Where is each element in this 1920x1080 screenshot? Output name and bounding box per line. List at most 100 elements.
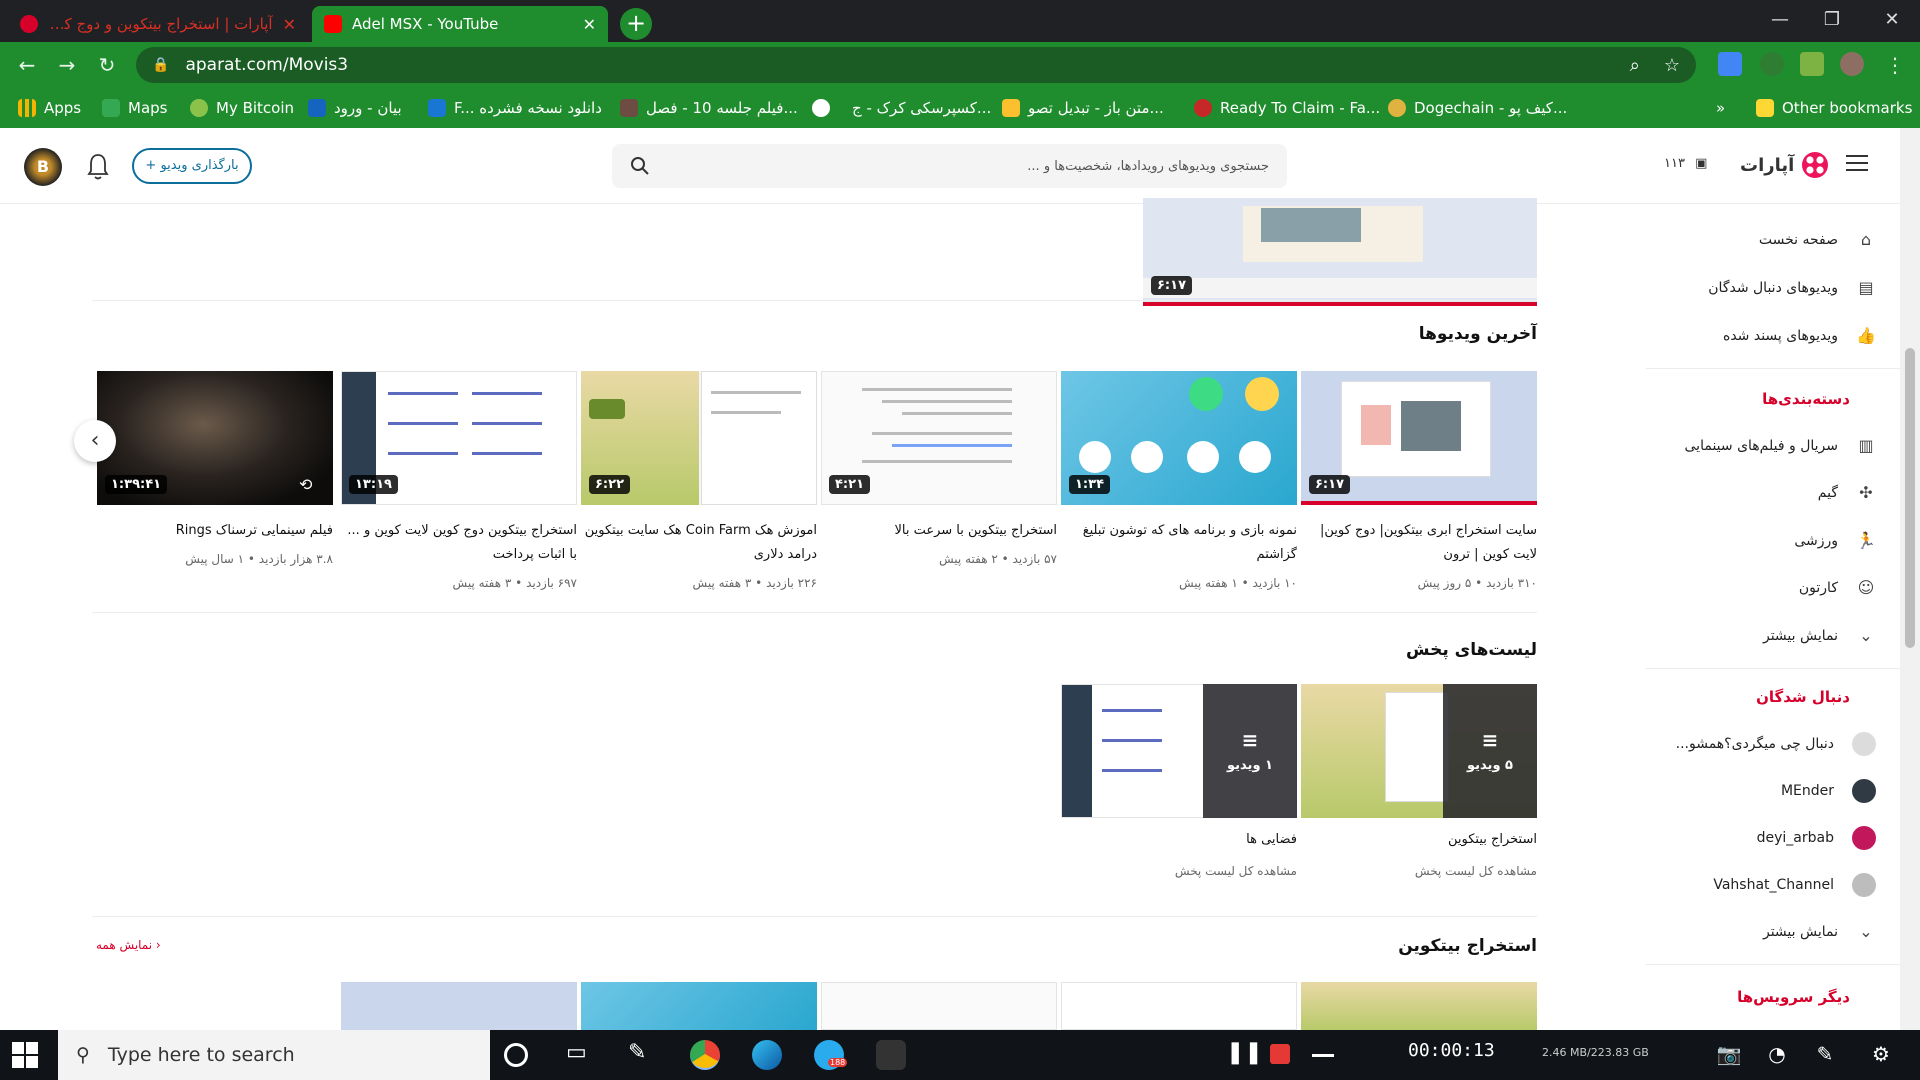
carousel-previous-button[interactable]: ‹ — [74, 420, 116, 462]
playlist-title[interactable]: فضایی ها — [1246, 832, 1297, 847]
other-bookmarks[interactable]: Other bookmarks — [1756, 96, 1912, 120]
video-title[interactable]: سایت استخراج ابری بیتکوین| دوج کوین| لای… — [1301, 519, 1537, 567]
bookmark-ready-to-claim[interactable]: Ready To Claim - Fa... — [1194, 96, 1380, 120]
telegram-taskbar-icon[interactable]: 188 — [814, 1040, 848, 1070]
tab-youtube[interactable]: Adel MSX - YouTube ✕ — [312, 6, 608, 42]
close-window-button[interactable]: ✕ — [1872, 6, 1912, 34]
page-scrollbar[interactable] — [1900, 128, 1920, 1030]
video-card[interactable]: ۱۳:۱۹ استخراج بیتکوین دوج کوین لایت کوین… — [341, 371, 577, 601]
previous-video-thumbnail[interactable]: ۶:۱۷ — [1143, 198, 1537, 306]
bookmark-film[interactable]: فیلم جلسه 10 - فصل... — [620, 96, 798, 120]
sidebar-item-game[interactable]: ✣ گیم — [1818, 479, 1876, 507]
extension-icon[interactable] — [1760, 52, 1784, 76]
screenshot-camera-icon[interactable]: 📷 — [1716, 1042, 1742, 1068]
bookmark-bayan[interactable]: بیان - ورود — [308, 96, 402, 120]
reload-button[interactable]: ↻ — [92, 50, 122, 80]
notification-bell-icon[interactable] — [86, 152, 110, 182]
playlist-card[interactable]: ≡ ۵ ویدیو استخراج بیتکوین مشاهده کل لیست… — [1301, 684, 1537, 884]
minimize-recorder-icon[interactable] — [1312, 1054, 1334, 1057]
bookmark-apps[interactable]: Apps — [18, 96, 81, 120]
windows-start-icon[interactable] — [12, 1042, 38, 1068]
bookmark-maps[interactable]: Maps — [102, 96, 167, 120]
puzzle-extensions-icon[interactable] — [1800, 52, 1824, 76]
video-title[interactable]: اموزش هک Coin Farm هک سایت بیتکوین درامد… — [581, 519, 817, 567]
video-thumbnail[interactable] — [581, 982, 817, 1030]
search-input[interactable] — [709, 158, 1269, 174]
bookmark-kaspersky[interactable]: کسپرسکی کرک - ج... — [852, 96, 991, 120]
bookmark-dogechain[interactable]: Dogechain - کیف پو... — [1388, 96, 1567, 120]
view-full-playlist-link[interactable]: مشاهده کل لیست پخش — [1175, 864, 1297, 878]
sidebar-item-sport[interactable]: 🏃 ورزشی — [1794, 527, 1876, 555]
video-thumbnail[interactable] — [821, 982, 1057, 1030]
tab-title: آپارات | استخراج بیتکوین و دوج کو.. — [48, 15, 273, 33]
aparat-logo[interactable]: آپارات — [1740, 150, 1830, 180]
sidebar-item-liked[interactable]: 👍 ویدیوهای پسند شده — [1723, 322, 1876, 350]
timer-icon[interactable]: ◔ — [1764, 1042, 1790, 1068]
draw-icon[interactable]: ✎ — [1812, 1042, 1838, 1068]
following-item[interactable]: دنبال چی میگردی؟همشو... — [1676, 730, 1876, 758]
windows-taskbar: ⚲ Type here to search ▭ ✎ 188 ❚❚ 00:00:1… — [0, 1030, 1920, 1080]
playlist-card[interactable]: ≡ ۱ ویدیو فضایی ها مشاهده کل لیست پخش — [1061, 684, 1297, 884]
bookmark-star-icon[interactable]: ☆ — [1664, 55, 1680, 76]
video-thumbnail[interactable] — [1301, 982, 1537, 1030]
bookmark-text[interactable]: متن باز - تبدیل تصو... — [1002, 96, 1164, 120]
following-item[interactable]: Vahshat_Channel — [1713, 871, 1876, 899]
zoom-icon[interactable]: ⌕ — [1630, 55, 1640, 76]
view-full-playlist-link[interactable]: مشاهده کل لیست پخش — [1415, 864, 1537, 878]
minimize-button[interactable]: — — [1760, 6, 1800, 34]
video-card[interactable]: ۴:۲۱ استخراج بیتکوین با سرعت بالا ۵۷ باز… — [821, 371, 1057, 601]
following-show-more[interactable]: ⌄ نمایش بیشتر — [1763, 918, 1876, 946]
scrollbar-thumb[interactable] — [1905, 348, 1915, 648]
video-card[interactable]: ۶:۱۷ سایت استخراج ابری بیتکوین| دوج کوین… — [1301, 371, 1537, 601]
following-item[interactable]: MEnder — [1781, 777, 1876, 805]
edge-taskbar-icon[interactable] — [752, 1040, 782, 1070]
playlist-title[interactable]: استخراج بیتکوین — [1448, 832, 1537, 847]
stop-record-icon[interactable] — [1270, 1044, 1290, 1064]
sticky-notes-icon[interactable]: ✎ — [628, 1040, 658, 1070]
video-title[interactable]: استخراج بیتکوین با سرعت بالا — [821, 519, 1057, 543]
video-title[interactable]: استخراج بیتکوین دوج کوین لایت کوین و ...… — [341, 519, 577, 567]
task-view-icon[interactable]: ▭ — [566, 1040, 596, 1070]
bookmark-my-bitcoin[interactable]: My Bitcoin — [190, 96, 294, 120]
address-bar[interactable]: 🔒 aparat.com/Movis3 ⌕ ☆ — [136, 47, 1696, 83]
taskbar-search-box[interactable]: ⚲ Type here to search — [58, 1030, 490, 1080]
sidebar-item-subscriptions[interactable]: ▤ ویدیوهای دنبال شدگان — [1708, 274, 1876, 302]
following-item[interactable]: deyi_arbab — [1757, 824, 1876, 852]
user-avatar[interactable]: B — [24, 148, 62, 186]
subscriptions-count[interactable]: ۱۱۳ ▣ — [1664, 156, 1707, 171]
maximize-button[interactable]: ❐ — [1812, 6, 1852, 34]
tab-aparat[interactable]: آپارات | استخراج بیتکوین و دوج کو.. ✕ — [8, 6, 308, 42]
upload-video-button[interactable]: + بارگذاری ویدیو — [132, 148, 252, 184]
new-tab-button[interactable]: + — [620, 8, 652, 40]
categories-show-more[interactable]: ⌄ نمایش بیشتر — [1763, 622, 1876, 650]
screen-recorder-icon[interactable] — [876, 1040, 906, 1070]
video-card[interactable]: ۶:۲۲ اموزش هک Coin Farm هک سایت بیتکوین … — [581, 371, 817, 601]
bookmark-google[interactable] — [812, 96, 838, 120]
chrome-taskbar-icon[interactable] — [690, 1040, 720, 1070]
cortana-icon[interactable] — [504, 1043, 528, 1067]
close-icon[interactable]: ✕ — [283, 15, 296, 34]
pause-icon[interactable]: ❚❚ — [1226, 1040, 1263, 1070]
playlist-overlay: ≡ ۱ ویدیو — [1203, 684, 1297, 818]
bookmarks-overflow-button[interactable]: » — [1716, 96, 1725, 120]
show-all-link[interactable]: ‹ نمایش همه — [96, 938, 161, 952]
video-thumbnail[interactable] — [1061, 982, 1297, 1030]
chrome-menu-button[interactable]: ⋮ — [1880, 50, 1910, 80]
gear-icon[interactable]: ⚙ — [1868, 1042, 1894, 1068]
hamburger-menu-icon[interactable] — [1846, 154, 1868, 172]
bookmark-download[interactable]: F... دانلود نسخه فشرده — [428, 96, 602, 120]
search-icon[interactable] — [630, 156, 650, 176]
forward-button[interactable]: → — [52, 50, 82, 80]
sidebar-item-cartoon[interactable]: ☺ کارتون — [1799, 574, 1876, 602]
translate-extension-icon[interactable] — [1718, 52, 1742, 76]
sidebar-item-movies[interactable]: ▥ سریال و فیلم‌های سینمایی — [1685, 432, 1876, 460]
video-thumbnail[interactable] — [341, 982, 577, 1030]
video-card[interactable]: ۱:۳۴ نمونه بازی و برنامه های که توشون تب… — [1061, 371, 1297, 601]
video-title[interactable]: فیلم سینمایی ترسناک Rings — [97, 519, 333, 543]
sidebar-item-home[interactable]: ⌂ صفحه نخست — [1759, 226, 1876, 254]
close-icon[interactable]: ✕ — [583, 15, 596, 34]
back-button[interactable]: ← — [12, 50, 42, 80]
video-title[interactable]: نمونه بازی و برنامه های که توشون تبلیغ گ… — [1061, 519, 1297, 567]
video-card[interactable]: ⟲ ۱:۳۹:۴۱ فیلم سینمایی ترسناک Rings ۳.۸ … — [97, 371, 333, 601]
profile-avatar[interactable] — [1840, 52, 1864, 76]
